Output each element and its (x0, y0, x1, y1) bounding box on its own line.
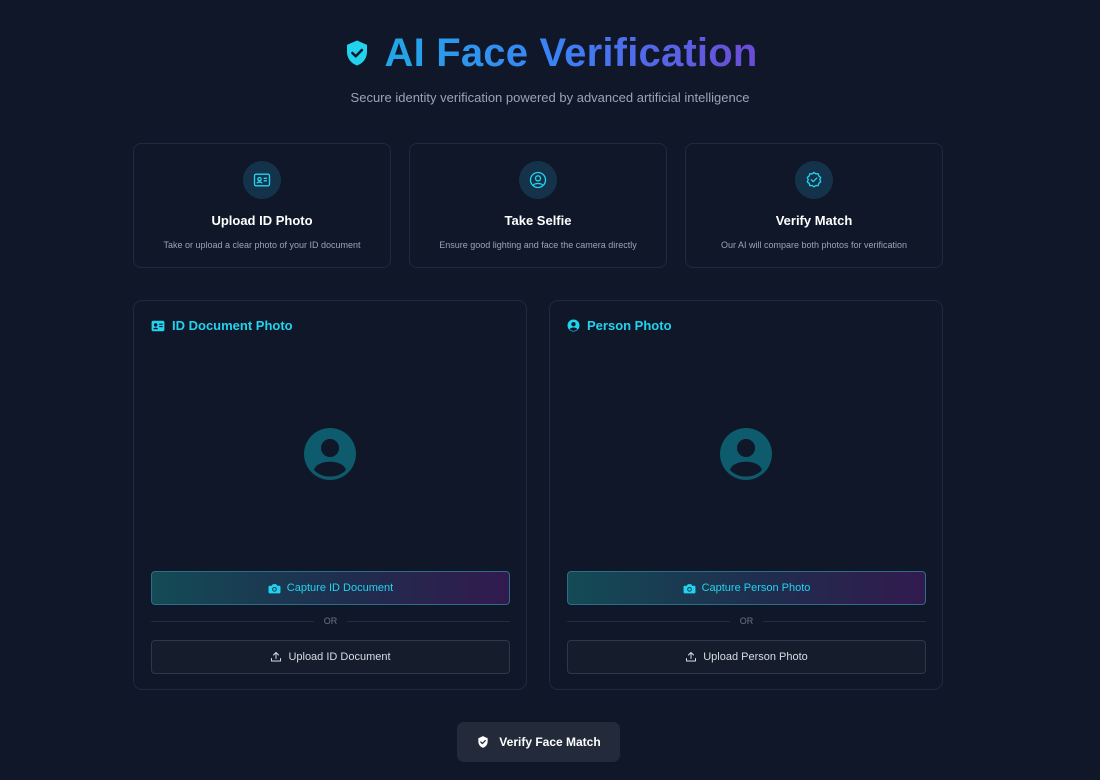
step-icon-wrap (519, 161, 557, 199)
step-description: Our AI will compare both photos for veri… (720, 240, 908, 250)
camera-icon (268, 583, 281, 593)
user-circle-icon (567, 319, 580, 332)
divider-line (347, 620, 510, 622)
capture-id-document-button[interactable]: Capture ID Document (151, 571, 510, 605)
avatar-placeholder-icon (304, 428, 356, 480)
step-card-take-selfie: Take Selfie Ensure good lighting and fac… (409, 143, 667, 268)
or-divider: OR (151, 616, 510, 626)
id-card-icon (151, 320, 165, 331)
or-divider: OR (567, 616, 926, 626)
step-title: Verify Match (775, 213, 853, 228)
button-label: Verify Face Match (499, 735, 601, 749)
button-label: Upload ID Document (288, 651, 391, 663)
step-description: Ensure good lighting and face the camera… (439, 240, 637, 250)
verify-face-match-button[interactable]: Verify Face Match (457, 722, 620, 762)
page-subtitle: Secure identity verification powered by … (350, 90, 750, 105)
divider-line (763, 620, 926, 622)
camera-icon (683, 583, 696, 593)
upload-id-document-button[interactable]: Upload ID Document (151, 640, 510, 674)
upload-icon (686, 652, 697, 662)
step-title: Upload ID Photo (211, 213, 313, 228)
id-card-icon (253, 173, 271, 187)
title-row: AI Face Verification (342, 30, 757, 76)
shield-check-icon (347, 40, 368, 66)
panel-title: Person Photo (587, 318, 672, 333)
step-icon-wrap (243, 161, 281, 199)
step-icon-wrap (795, 161, 833, 199)
divider-line (151, 620, 314, 622)
step-description: Take or upload a clear photo of your ID … (163, 240, 361, 250)
step-card-upload-id: Upload ID Photo Take or upload a clear p… (133, 143, 391, 268)
or-label: OR (739, 616, 754, 626)
id-document-panel: ID Document Photo Capture ID Document OR (133, 300, 527, 690)
or-label: OR (323, 616, 338, 626)
panel-title: ID Document Photo (172, 318, 293, 333)
button-label: Upload Person Photo (703, 651, 808, 663)
divider-line (567, 620, 730, 622)
panel-header: ID Document Photo (151, 318, 510, 333)
user-circle-icon (529, 171, 547, 189)
panel-header: Person Photo (567, 318, 926, 333)
step-title: Take Selfie (504, 213, 572, 228)
person-photo-panel: Person Photo Capture Person Photo OR Upl… (549, 300, 943, 690)
upload-person-photo-button[interactable]: Upload Person Photo (567, 640, 926, 674)
capture-person-photo-button[interactable]: Capture Person Photo (567, 571, 926, 605)
button-label: Capture ID Document (286, 582, 394, 594)
shield-check-icon (478, 736, 488, 748)
page-title: AI Face Verification (384, 31, 758, 75)
step-card-verify-match: Verify Match Our AI will compare both ph… (685, 143, 943, 268)
page-header: AI Face Verification Secure identity ver… (0, 30, 1100, 105)
steps-row: Upload ID Photo Take or upload a clear p… (133, 143, 943, 268)
button-label: Capture Person Photo (701, 582, 811, 594)
avatar-placeholder-icon (720, 428, 772, 480)
check-circle-icon (806, 171, 822, 188)
photo-panels: ID Document Photo Capture ID Document OR (133, 300, 943, 690)
upload-icon (271, 652, 282, 662)
